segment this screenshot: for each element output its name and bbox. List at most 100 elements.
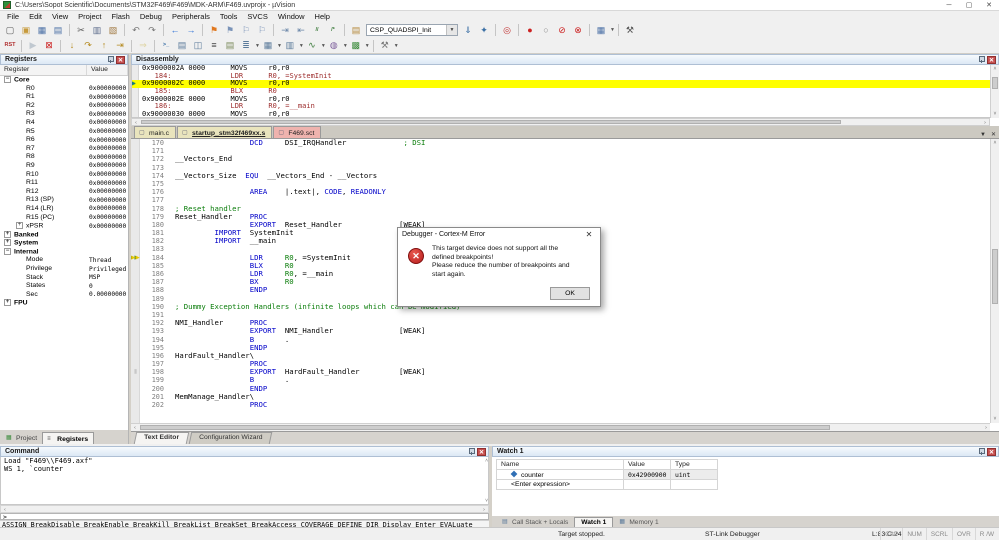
register-row[interactable]: R60x00000000 — [0, 136, 128, 145]
flash-download-icon[interactable]: ⇓ — [461, 24, 475, 37]
expand-icon[interactable]: + — [4, 231, 11, 238]
menu-tools[interactable]: Tools — [215, 12, 243, 21]
scroll-up-icon[interactable]: ˄ — [991, 65, 999, 73]
tab-startup_stm32f469xx.s[interactable]: ▢startup_stm32f469xx.s — [177, 126, 272, 138]
chevron-down-icon[interactable]: ▼ — [343, 43, 348, 49]
menu-peripherals[interactable]: Peripherals — [167, 12, 215, 21]
code-line[interactable]: 174__Vectors_Size EQU __Vectors_End - __… — [131, 172, 990, 180]
minimize-icon[interactable]: ─ — [939, 0, 959, 11]
watch-row[interactable]: <Enter expression> — [496, 480, 718, 490]
menu-project[interactable]: Project — [73, 12, 106, 21]
watch-col-value[interactable]: Value — [624, 459, 671, 470]
panel-close-icon[interactable]: ✕ — [987, 56, 996, 64]
register-row[interactable]: R100x00000000 — [0, 171, 128, 180]
register-row[interactable]: R15 (PC)0x00000000 — [0, 214, 128, 223]
command-input[interactable]: > — [0, 513, 489, 520]
trace-window-icon[interactable]: ◍ — [327, 39, 341, 52]
register-row[interactable]: R50x00000000 — [0, 128, 128, 137]
comment-icon[interactable]: // — [310, 24, 324, 37]
tab-F469.sct[interactable]: ▢F469.sct — [273, 126, 321, 138]
watch-col-type[interactable]: Type — [671, 459, 718, 470]
register-row[interactable]: R120x00000000 — [0, 188, 128, 197]
register-row[interactable]: R10x00000000 — [0, 93, 128, 102]
show-next-statement-icon[interactable]: ⇒ — [136, 39, 150, 52]
tab-call-stack-+-locals[interactable]: ▤Call Stack + Locals — [496, 517, 574, 527]
chevron-down-icon[interactable]: ▼ — [277, 43, 282, 49]
disassembly-line[interactable]: 0x90000030 0000 MOVS r0,r0 — [132, 111, 998, 118]
chevron-down-icon[interactable]: ▼ — [299, 43, 304, 49]
breakpoint-insert-icon[interactable]: ● — [523, 24, 537, 37]
register-row[interactable]: −Internal — [0, 248, 128, 257]
command-output[interactable]: Load "F469\\F469.axf"WS 1, `counter — [0, 457, 489, 505]
copy-icon[interactable]: ▥ — [90, 24, 104, 37]
menu-flash[interactable]: Flash — [107, 12, 135, 21]
menu-edit[interactable]: Edit — [24, 12, 47, 21]
register-row[interactable]: Sec0.00000000 — [0, 291, 128, 300]
code-line[interactable]: 170 DCD DSI_IRQHandler ; DSI — [131, 139, 990, 147]
register-row[interactable]: R90x00000000 — [0, 162, 128, 171]
chevron-down-icon[interactable]: ▼ — [255, 43, 260, 49]
panel-close-icon[interactable]: ✕ — [116, 56, 125, 64]
tab-text-editor[interactable]: Text Editor — [134, 432, 190, 444]
dialog-titlebar[interactable]: Debugger - Cortex-M Error ✕ — [398, 228, 600, 241]
editor-vscrollbar[interactable]: ˄ ˅ — [990, 139, 999, 423]
dialog-close-icon[interactable]: ✕ — [582, 230, 596, 239]
registers-col-value[interactable]: Value — [87, 65, 128, 75]
pin-icon[interactable] — [107, 56, 114, 63]
register-row[interactable]: R40x00000000 — [0, 119, 128, 128]
bookmark-next-icon[interactable]: ⚐ — [255, 24, 269, 37]
editor-hscrollbar[interactable]: ‹ › — [131, 423, 990, 431]
indent-right-icon[interactable]: ⇥ — [278, 24, 292, 37]
register-row[interactable]: R14 (LR)0x00000000 — [0, 205, 128, 214]
window-layout-icon[interactable]: ▦ — [594, 24, 608, 37]
panel-close-icon[interactable]: ✕ — [477, 448, 486, 456]
breakpoint-kill-all-icon[interactable]: ⊗ — [571, 24, 585, 37]
tab-watch-1[interactable]: Watch 1 — [574, 517, 613, 527]
debug-magnifier-icon[interactable]: ◎ — [500, 24, 514, 37]
watch-window-icon[interactable]: ≣ — [239, 39, 253, 52]
uncomment-icon[interactable]: /* — [326, 24, 340, 37]
register-row[interactable]: R70x00000000 — [0, 145, 128, 154]
scroll-down-icon[interactable]: ˅ — [991, 415, 999, 423]
register-row[interactable]: States0 — [0, 282, 128, 291]
tab-memory-1[interactable]: ▦Memory 1 — [613, 517, 664, 527]
scroll-down-icon[interactable]: ˅ — [485, 498, 488, 504]
chevron-down-icon[interactable]: ▼ — [321, 43, 326, 49]
open-folder-icon[interactable]: ▣ — [19, 24, 33, 37]
breakpoint-disable-all-icon[interactable]: ⊘ — [555, 24, 569, 37]
register-row[interactable]: StackMSP — [0, 274, 128, 283]
expand-icon[interactable]: + — [4, 299, 11, 306]
close-icon[interactable]: ✕ — [979, 0, 999, 11]
disassembly-hscrollbar[interactable]: ‹ › — [131, 118, 990, 126]
system-viewer-icon[interactable]: ▩ — [349, 39, 363, 52]
tools-wrench-icon[interactable]: ⚒ — [623, 24, 637, 37]
chevron-down-icon[interactable]: ▼ — [610, 27, 615, 33]
reset-cpu-icon[interactable]: RST — [3, 39, 17, 52]
menu-debug[interactable]: Debug — [135, 12, 167, 21]
tab-registers[interactable]: ≡Registers — [42, 432, 94, 444]
code-line[interactable]: 172__Vectors_End — [131, 155, 990, 163]
options-target-icon[interactable]: ✦ — [477, 24, 491, 37]
register-row[interactable]: R13 (SP)0x00000000 — [0, 196, 128, 205]
register-row[interactable]: ModeThread — [0, 256, 128, 265]
disassembly-window-icon[interactable]: ▤ — [175, 39, 189, 52]
code-line[interactable]: 200 ENDP — [131, 385, 990, 393]
tab-list-icon[interactable]: ▼ — [980, 132, 986, 138]
callstack-window-icon[interactable]: ▤ — [223, 39, 237, 52]
navigate-back-icon[interactable]: ← — [168, 24, 182, 37]
save-all-icon[interactable]: ▤ — [51, 24, 65, 37]
register-row[interactable]: +FPU — [0, 299, 128, 308]
scroll-up-icon[interactable]: ˄ — [485, 458, 488, 464]
command-window-icon[interactable]: >_ — [159, 39, 173, 52]
expand-icon[interactable]: + — [4, 239, 11, 246]
target-select-combo[interactable]: CSP_QUADSPI_Init▼ — [366, 24, 458, 36]
step-into-icon[interactable]: ↓ — [65, 39, 79, 52]
register-row[interactable]: R00x00000000 — [0, 85, 128, 94]
scroll-up-icon[interactable]: ˄ — [991, 139, 999, 147]
target-book-icon[interactable]: ▤ — [349, 24, 363, 37]
register-row[interactable]: −Core — [0, 76, 128, 85]
redo-icon[interactable]: ↷ — [145, 24, 159, 37]
scroll-down-icon[interactable]: ˅ — [991, 110, 999, 118]
run-to-cursor-icon[interactable]: ⇥ — [113, 39, 127, 52]
paste-icon[interactable]: ▧ — [106, 24, 120, 37]
